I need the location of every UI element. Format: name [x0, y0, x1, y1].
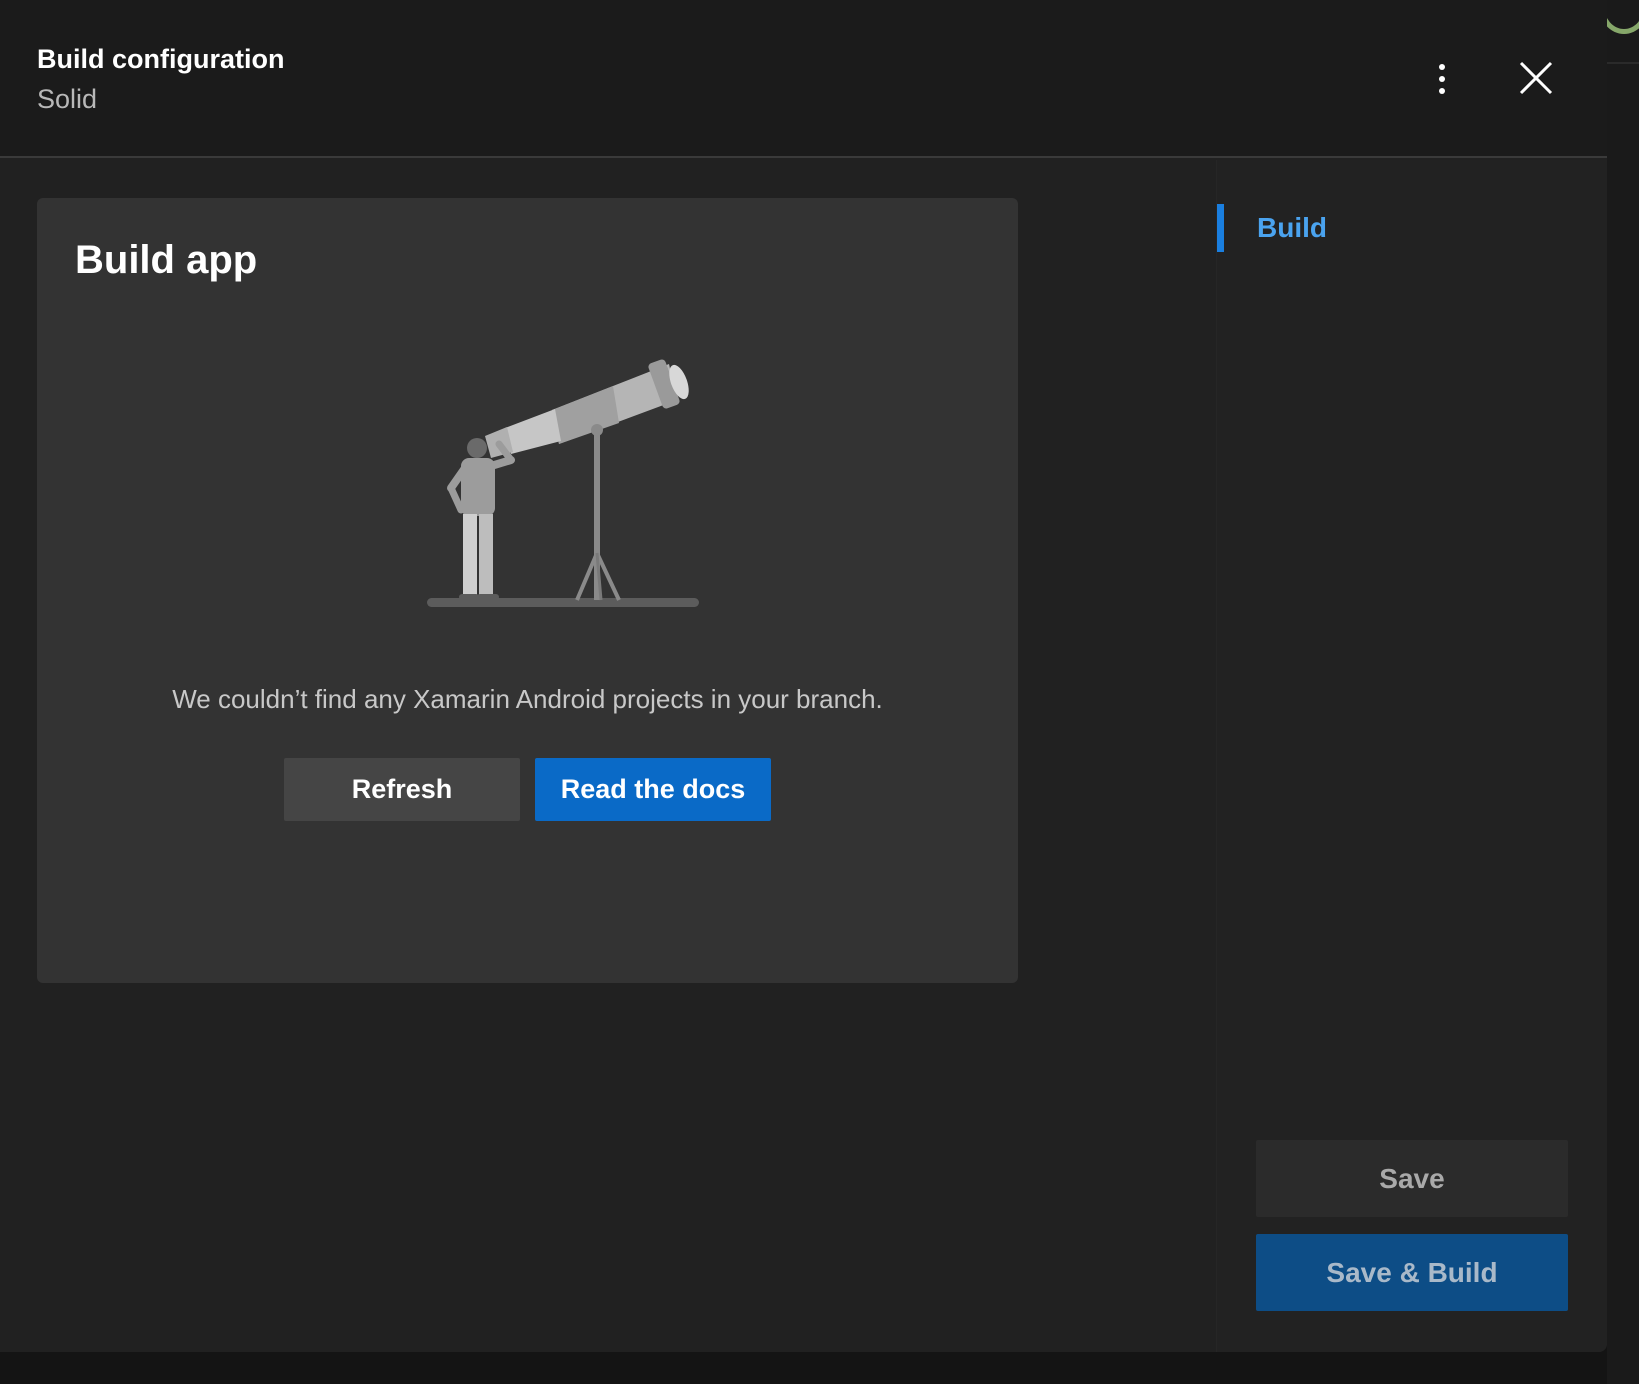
panel-header: Build configuration Solid — [0, 0, 1607, 158]
close-button[interactable] — [1516, 58, 1556, 98]
background-edge — [1599, 0, 1639, 1384]
close-icon — [1519, 61, 1553, 95]
panel-subtitle: Solid — [37, 84, 98, 114]
telescope-illustration — [427, 359, 699, 607]
nav-item-label: Build — [1257, 212, 1327, 243]
card-title: Build app — [75, 238, 258, 282]
background-divider — [1607, 62, 1639, 64]
panel-title: Build configuration — [37, 44, 285, 74]
build-configuration-panel: Build configuration Solid Build app We c… — [0, 0, 1607, 1352]
active-indicator — [1217, 204, 1224, 252]
more-options-button[interactable] — [1422, 56, 1462, 102]
refresh-button[interactable]: Refresh — [284, 758, 520, 821]
read-docs-button[interactable]: Read the docs — [535, 758, 771, 821]
save-and-build-button[interactable]: Save & Build — [1256, 1234, 1568, 1311]
build-app-card: Build app We couldn’t find any Xamarin A… — [37, 198, 1018, 983]
nav-item-build[interactable]: Build — [1217, 204, 1517, 252]
empty-state-message: We couldn’t find any Xamarin Android pro… — [172, 684, 883, 714]
save-button[interactable]: Save — [1256, 1140, 1568, 1217]
vertical-ellipsis-icon — [1439, 64, 1445, 70]
